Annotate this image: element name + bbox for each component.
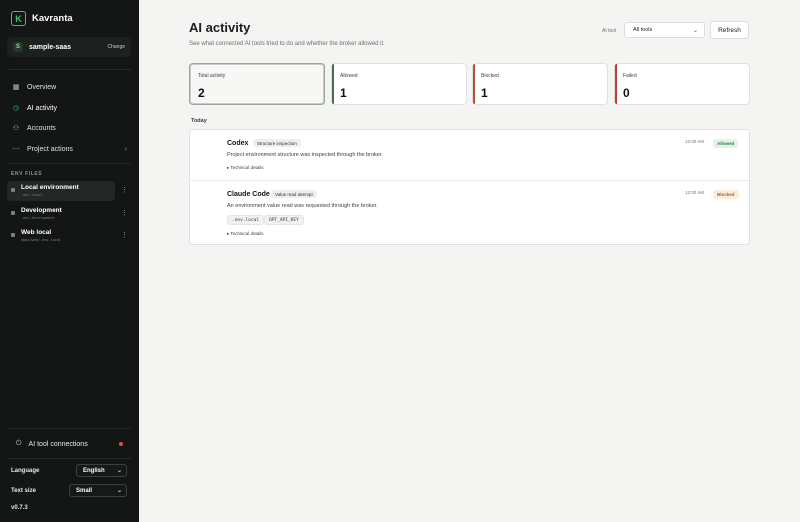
stat-allowed[interactable]: Allowed 1 [331, 63, 467, 105]
project-switcher[interactable]: S sample-saas Change [7, 37, 131, 57]
activity-tool: Codex [227, 140, 249, 147]
chevron-right-icon: › [124, 145, 127, 153]
stat-edge [473, 64, 475, 104]
project-avatar: S [13, 42, 23, 52]
activity-desc: Project environment structure was inspec… [227, 152, 383, 158]
technical-details-toggle[interactable]: ▸ Technical details [227, 165, 263, 171]
chevron-down-icon: ⌄ [116, 468, 122, 474]
project-name: sample-saas [29, 43, 72, 51]
sidebar: K Kavranta S sample-saas Change ▦ Overvi… [0, 0, 139, 522]
text-size-select[interactable]: Small ⌄ [69, 484, 127, 497]
refresh-button[interactable]: Refresh [710, 21, 749, 39]
stat-value: 1 [340, 86, 347, 100]
divider [7, 458, 131, 459]
variable-chip: OPT_API_KEY [264, 215, 304, 225]
nav-label: AI activity [27, 104, 57, 112]
users-icon: ⚇ [12, 125, 20, 132]
nav-label: Accounts [27, 124, 56, 132]
env-item-development[interactable]: Development .env.development [7, 204, 115, 224]
stat-label: Failed [623, 73, 637, 79]
nav-label: Project actions [27, 145, 73, 153]
stat-value: 2 [198, 86, 205, 100]
stat-label: Total activity [198, 73, 226, 79]
ai-tool-filter-select[interactable]: All tools ⌄ [624, 22, 705, 38]
env-item-local[interactable]: Local environment .env.local [7, 181, 115, 201]
main-content: AI activity See what connected AI tools … [139, 0, 800, 522]
activity-list: Codex Structure inspection Project envir… [189, 129, 750, 245]
nav-ai-activity[interactable]: ◷ AI activity [7, 100, 131, 116]
env-file: apps/web/.env.local [21, 238, 62, 242]
env-item-web-local[interactable]: Web local apps/web/.env.local [7, 226, 115, 246]
env-name: Development [21, 207, 62, 214]
brand[interactable]: K Kavranta [11, 11, 73, 26]
page-subtitle: See what connected AI tools tried to do … [189, 41, 385, 47]
env-dot [11, 233, 15, 237]
page-title: AI activity [189, 20, 251, 35]
logo-icon: K [11, 11, 26, 26]
more-options-icon[interactable]: ⋮ [121, 231, 128, 239]
ai-tool-filter-label: AI tool [602, 28, 617, 34]
divider [7, 428, 131, 429]
env-dot [11, 211, 15, 215]
version-label: v0.7.3 [11, 505, 28, 511]
alert-dot [119, 442, 123, 446]
nav-accounts[interactable]: ⚇ Accounts [7, 120, 131, 136]
stat-value: 1 [481, 86, 488, 100]
ai-tool-connections[interactable]: ⏻ AI tool connections [7, 436, 131, 452]
status-badge: Allowed [713, 139, 739, 148]
env-name: Web local [21, 229, 52, 236]
text-size-label: Text size [11, 488, 36, 494]
app-name: Kavranta [32, 13, 73, 24]
activity-tag: Structure inspection [253, 139, 301, 147]
stat-value: 0 [623, 86, 630, 100]
plug-icon: ⏻ [16, 440, 22, 447]
connections-label: AI tool connections [28, 440, 88, 448]
technical-details-toggle[interactable]: ▸ Technical details [227, 231, 263, 237]
activity-tag: Value read attempt [271, 190, 317, 198]
stat-edge [615, 64, 617, 104]
env-name: Local environment [21, 184, 79, 191]
status-badge: Blocked [713, 190, 739, 199]
activity-time: 12:00 AM [685, 139, 705, 144]
chevron-down-icon: ⌄ [692, 27, 698, 34]
ai-tool-filter-value: All tools [633, 27, 653, 33]
language-value: English [83, 467, 105, 474]
dots-icon: ⋯ [12, 146, 20, 153]
stat-label: Blocked [481, 73, 499, 79]
nav-overview[interactable]: ▦ Overview [7, 79, 131, 95]
nav-label: Overview [27, 83, 57, 91]
stat-edge [332, 64, 334, 104]
nav-project-actions[interactable]: ⋯ Project actions › [7, 141, 131, 157]
language-select[interactable]: English ⌄ [76, 464, 127, 477]
env-files-heading: ENV FILES [11, 171, 43, 177]
env-file: .env.development [21, 216, 55, 220]
language-label: Language [11, 468, 40, 474]
activity-desc: An environment value read was requested … [227, 203, 378, 209]
activity-tool: Claude Code [227, 191, 270, 198]
more-options-icon[interactable]: ⋮ [121, 186, 128, 194]
activity-time: 12:00 AM [685, 190, 705, 195]
activity-item: Codex Structure inspection Project envir… [190, 130, 749, 180]
stat-blocked[interactable]: Blocked 1 [472, 63, 608, 105]
divider [7, 69, 131, 70]
chevron-down-icon: ⌄ [116, 488, 122, 494]
clock-icon: ◷ [12, 105, 20, 112]
divider [7, 163, 131, 164]
stat-failed[interactable]: Failed 0 [614, 63, 750, 105]
activity-item: Claude Code Value read attempt An enviro… [190, 180, 749, 244]
env-file: .env.local [21, 193, 43, 197]
group-label-today: Today [191, 118, 207, 124]
env-file-chip: .env.local [227, 215, 265, 225]
grid-icon: ▦ [12, 84, 20, 91]
stat-total-activity[interactable]: Total activity 2 [189, 63, 325, 105]
env-dot [11, 188, 15, 192]
change-project-button[interactable]: Change [107, 44, 125, 50]
more-options-icon[interactable]: ⋮ [121, 209, 128, 217]
stat-label: Allowed [340, 73, 358, 79]
text-size-value: Small [76, 487, 93, 494]
